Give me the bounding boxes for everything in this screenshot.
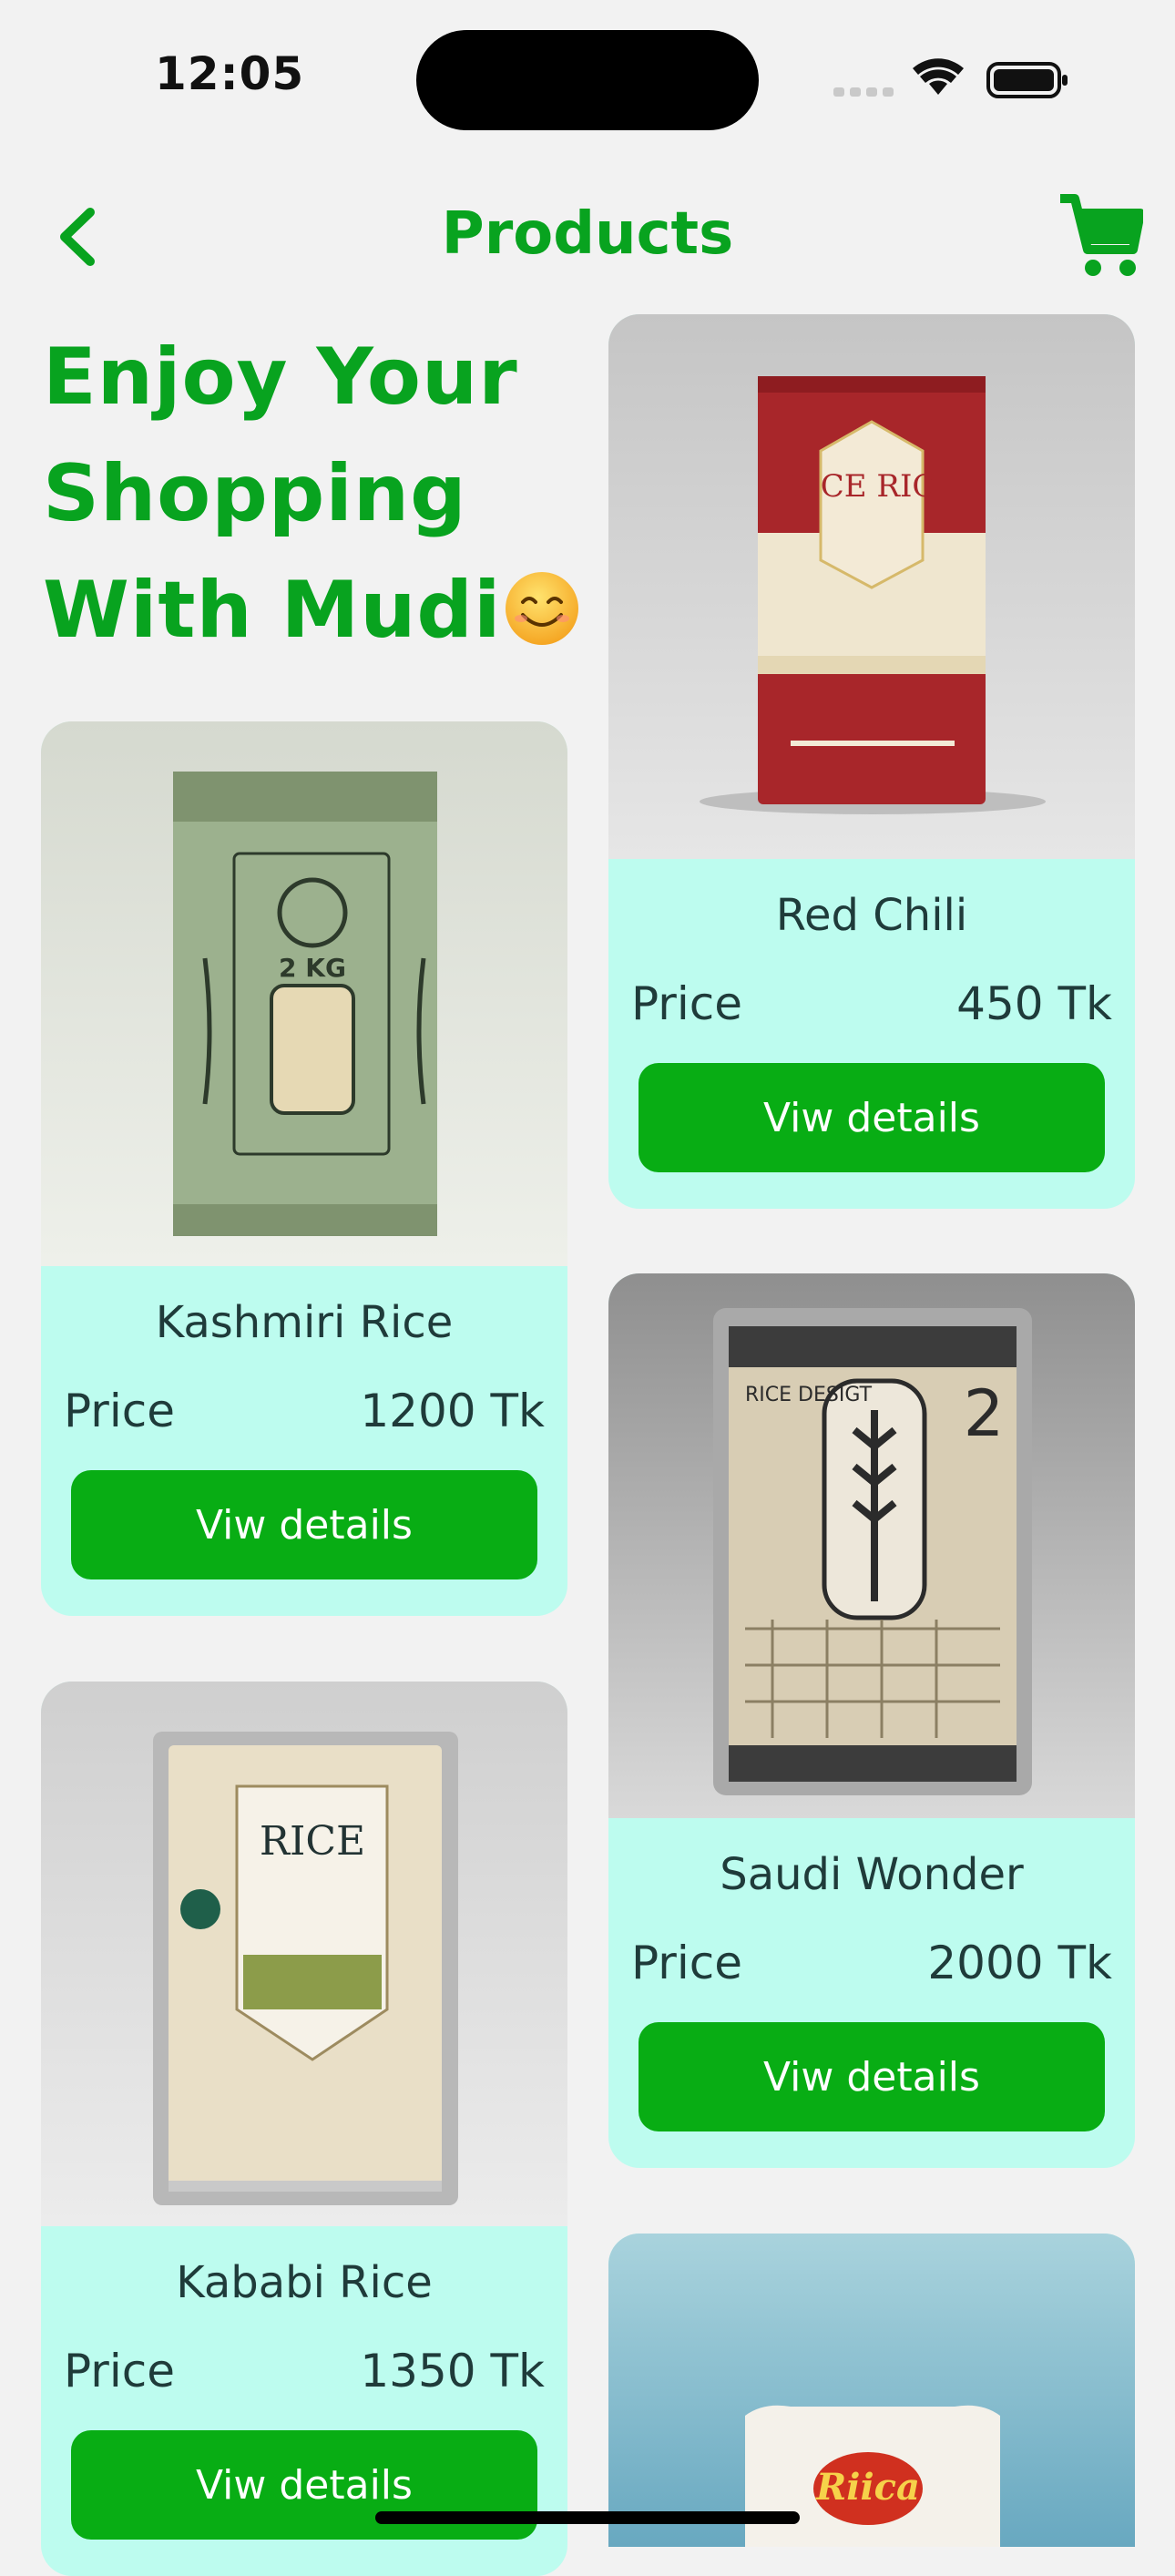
signal-icon	[833, 87, 894, 97]
product-card[interactable]: Riica	[608, 2234, 1135, 2547]
hero-heading: Enjoy Your Shopping With Mudi	[43, 319, 608, 669]
view-details-button[interactable]: Viw details	[639, 2022, 1105, 2131]
product-image: Riica	[608, 2234, 1135, 2547]
product-image: 2 KG	[41, 721, 567, 1266]
product-name: Saudi Wonder	[720, 1849, 1024, 1900]
price-label: Price	[64, 2345, 175, 2397]
svg-text:2: 2	[964, 1376, 1005, 1451]
view-details-button[interactable]: Viw details	[71, 1470, 537, 1579]
product-image: RICE RICE	[608, 314, 1135, 859]
view-details-button[interactable]: Viw details	[639, 1063, 1105, 1172]
package-label: 2 KG	[279, 953, 346, 983]
product-image: RICE	[41, 1682, 567, 2226]
package-label: Riica	[815, 2466, 920, 2509]
price-value: 1350 Tk	[360, 2345, 545, 2397]
product-card[interactable]: RICE Kababi Rice Price 1350 Tk Viw detai…	[41, 1682, 567, 2576]
home-indicator[interactable]	[375, 2511, 800, 2524]
price-value: 2000 Tk	[927, 1937, 1112, 1989]
product-card[interactable]: 2 KG Kashmiri Rice Price 1200 Tk Viw det…	[41, 721, 567, 1616]
status-time: 12:05	[155, 47, 305, 100]
product-name: Kababi Rice	[176, 2257, 433, 2308]
price-label: Price	[631, 977, 742, 1030]
dynamic-island	[416, 30, 759, 130]
price-value: 1200 Tk	[360, 1385, 545, 1437]
cart-icon	[1060, 194, 1145, 276]
hero-line-1: Enjoy Your	[43, 332, 518, 423]
cart-button[interactable]	[1057, 191, 1145, 282]
price-label: Price	[64, 1385, 175, 1437]
battery-icon	[986, 62, 1068, 98]
package-label: RICE DESIGT	[745, 1384, 873, 1406]
price-value: 450 Tk	[956, 977, 1112, 1030]
product-card[interactable]: RICE DESIGT 2 Saudi Wonder Price 2000 Tk…	[608, 1273, 1135, 2168]
package-label: RICE	[260, 1818, 365, 1865]
product-name: Kashmiri Rice	[155, 1297, 454, 1348]
package-label: RICE RICE	[785, 468, 959, 505]
product-name: Red Chili	[775, 890, 968, 941]
page-title: Products	[441, 200, 734, 268]
product-card[interactable]: RICE RICE Red Chili Price 450 Tk Viw det…	[608, 314, 1135, 1209]
price-label: Price	[631, 1937, 742, 1989]
wifi-icon	[913, 58, 964, 95]
status-indicators	[829, 53, 1075, 107]
hero-line-2: Shopping	[43, 448, 467, 539]
product-image: RICE DESIGT 2	[608, 1273, 1135, 1818]
hero-line-3: With Mudi	[43, 565, 502, 656]
smiley-emoji-icon	[506, 572, 579, 645]
